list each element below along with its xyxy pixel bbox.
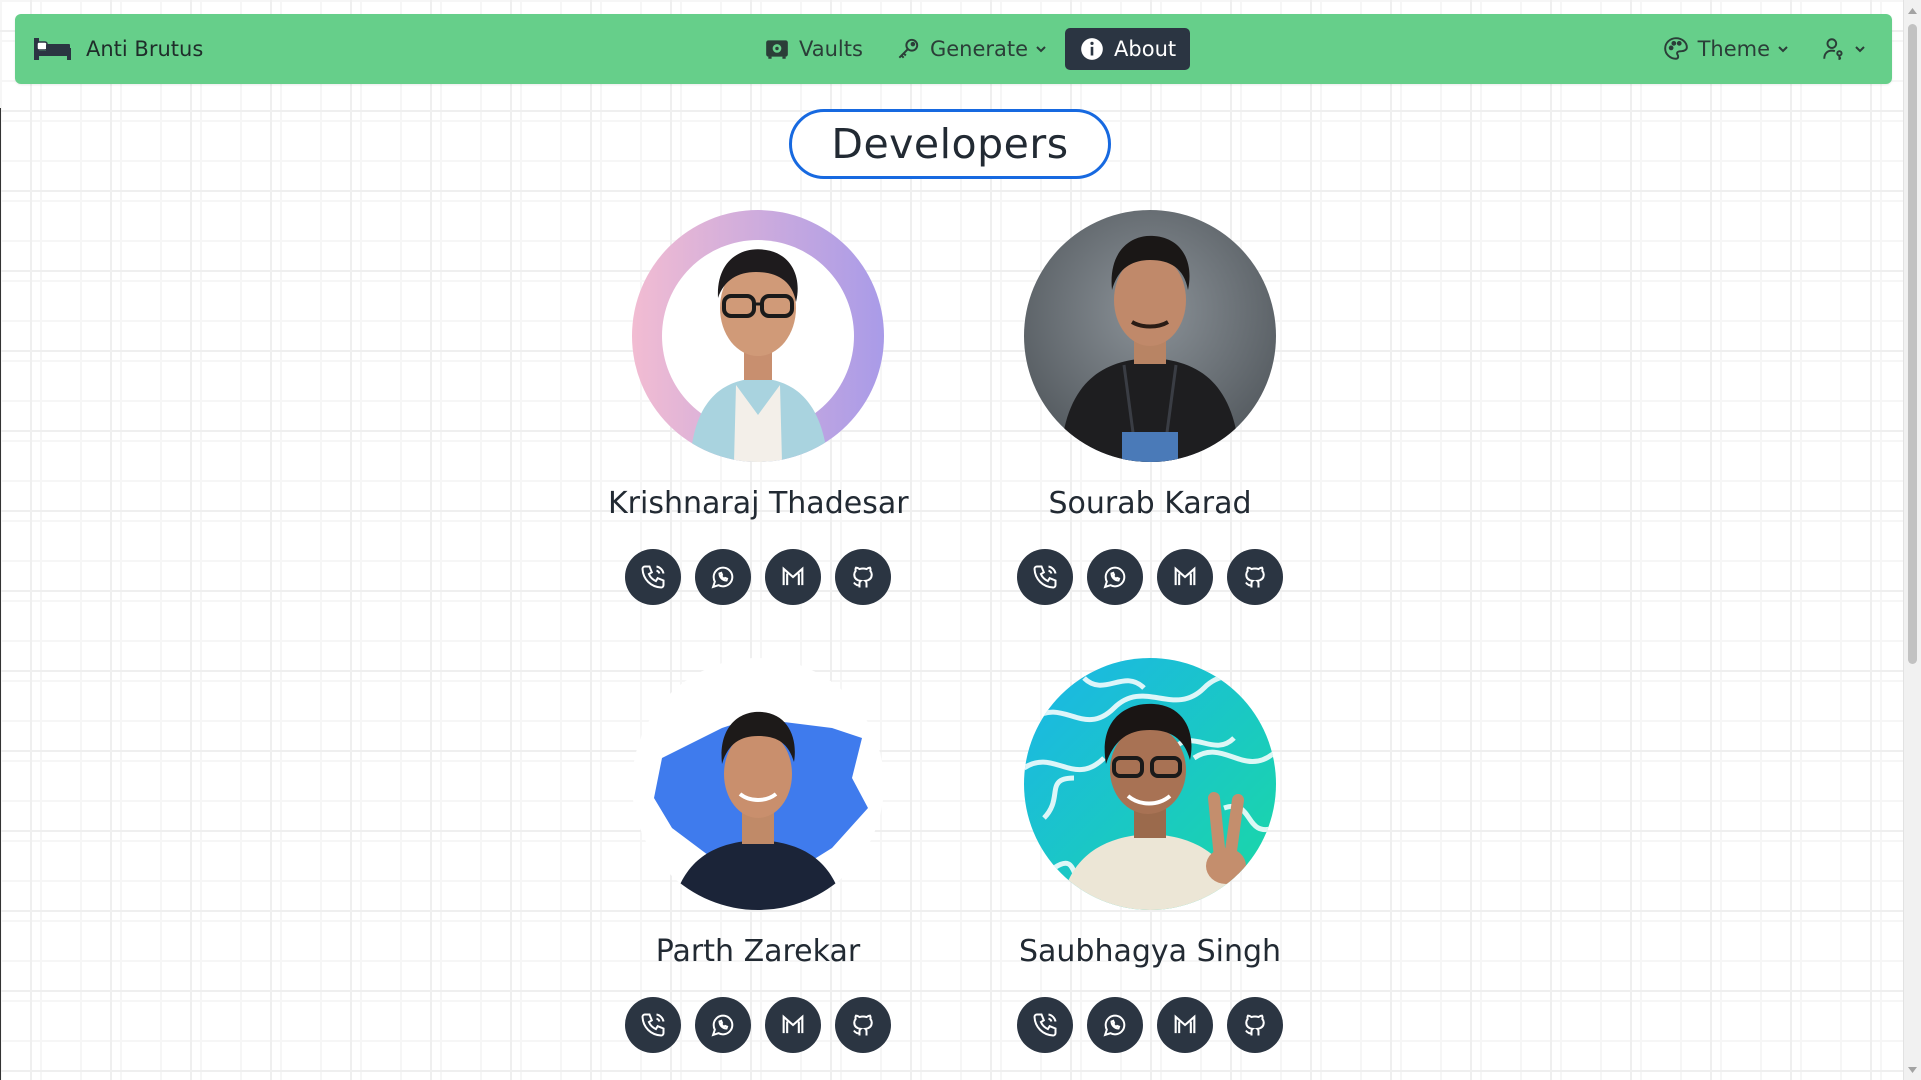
whatsapp-icon — [1103, 1014, 1126, 1037]
bed-logo-icon — [34, 38, 71, 60]
whatsapp-icon — [711, 1014, 734, 1037]
phone-icon — [641, 1013, 665, 1037]
scroll-up-arrow-icon[interactable] — [1904, 2, 1921, 19]
gmail-icon — [1174, 1014, 1196, 1034]
gmail-icon — [782, 566, 804, 586]
developer-avatar — [632, 658, 884, 910]
scroll-down-arrow-icon[interactable] — [1904, 1061, 1921, 1078]
github-button[interactable] — [835, 549, 891, 605]
phone-button[interactable] — [625, 549, 681, 605]
developer-card: Krishnaraj Thadesar — [608, 210, 909, 605]
top-navbar: Anti Brutus Vaults Generate About Theme — [15, 14, 1892, 84]
nav-vaults[interactable]: Vaults — [750, 28, 877, 70]
chevron-down-icon — [1855, 46, 1865, 53]
whatsapp-icon — [1103, 566, 1126, 589]
gmail-button[interactable] — [1157, 997, 1213, 1053]
user-key-icon — [1823, 38, 1843, 60]
gmail-icon — [782, 1014, 804, 1034]
phone-icon — [1033, 1013, 1057, 1037]
github-icon — [853, 1014, 873, 1036]
page-title: Developers — [789, 109, 1111, 179]
developer-card: Sourab Karad — [1000, 210, 1300, 605]
whatsapp-button[interactable] — [1087, 997, 1143, 1053]
developer-card: Parth Zarekar — [608, 658, 908, 1053]
chevron-down-icon — [1778, 46, 1788, 53]
user-menu-dropdown[interactable] — [1813, 28, 1874, 70]
developer-avatar — [1024, 210, 1276, 462]
phone-button[interactable] — [1017, 997, 1073, 1053]
whatsapp-button[interactable] — [695, 549, 751, 605]
nav-about[interactable]: About — [1065, 28, 1191, 70]
developer-card: Saubhagya Singh — [1000, 658, 1300, 1053]
social-links — [608, 549, 908, 605]
gmail-button[interactable] — [765, 549, 821, 605]
gmail-button[interactable] — [1157, 549, 1213, 605]
brand-title: Anti Brutus — [86, 37, 204, 61]
whatsapp-icon — [711, 566, 734, 589]
social-links — [608, 997, 908, 1053]
gmail-icon — [1174, 566, 1196, 586]
nav-generate-dropdown[interactable]: Generate — [881, 28, 1061, 70]
github-button[interactable] — [1227, 997, 1283, 1053]
nav-vaults-label: Vaults — [799, 37, 863, 61]
brand-link[interactable]: Anti Brutus — [32, 14, 203, 84]
github-button[interactable] — [1227, 549, 1283, 605]
scrollbar-thumb[interactable] — [1908, 24, 1917, 664]
key-icon — [898, 38, 919, 59]
social-links — [1000, 549, 1300, 605]
social-links — [1000, 997, 1300, 1053]
whatsapp-button[interactable] — [695, 997, 751, 1053]
developer-name: Saubhagya Singh — [1018, 934, 1282, 969]
developer-name: Krishnaraj Thadesar — [608, 486, 909, 521]
nav-about-label: About — [1114, 37, 1177, 61]
main-nav: Vaults Generate About — [750, 28, 1191, 70]
theme-dropdown[interactable]: Theme — [1649, 28, 1803, 70]
developer-avatar — [1024, 658, 1276, 910]
phone-icon — [1033, 565, 1057, 589]
gmail-button[interactable] — [765, 997, 821, 1053]
phone-button[interactable] — [1017, 549, 1073, 605]
nav-generate-label: Generate — [929, 37, 1029, 61]
github-button[interactable] — [835, 997, 891, 1053]
github-icon — [1245, 1014, 1265, 1036]
phone-button[interactable] — [625, 997, 681, 1053]
github-icon — [853, 566, 873, 588]
whatsapp-button[interactable] — [1087, 549, 1143, 605]
phone-icon — [641, 565, 665, 589]
developer-name: Parth Zarekar — [655, 934, 861, 969]
chevron-down-icon — [1036, 46, 1046, 53]
github-icon — [1245, 566, 1265, 588]
info-icon — [1081, 38, 1103, 60]
developer-name: Sourab Karad — [1048, 486, 1252, 521]
theme-label: Theme — [1697, 37, 1770, 61]
palette-icon — [1663, 37, 1688, 60]
developer-avatar — [632, 210, 884, 462]
safe-icon — [766, 40, 788, 59]
nav-right: Theme — [1649, 28, 1874, 70]
vertical-scrollbar[interactable] — [1903, 0, 1921, 1080]
window-edge — [0, 108, 1, 1080]
